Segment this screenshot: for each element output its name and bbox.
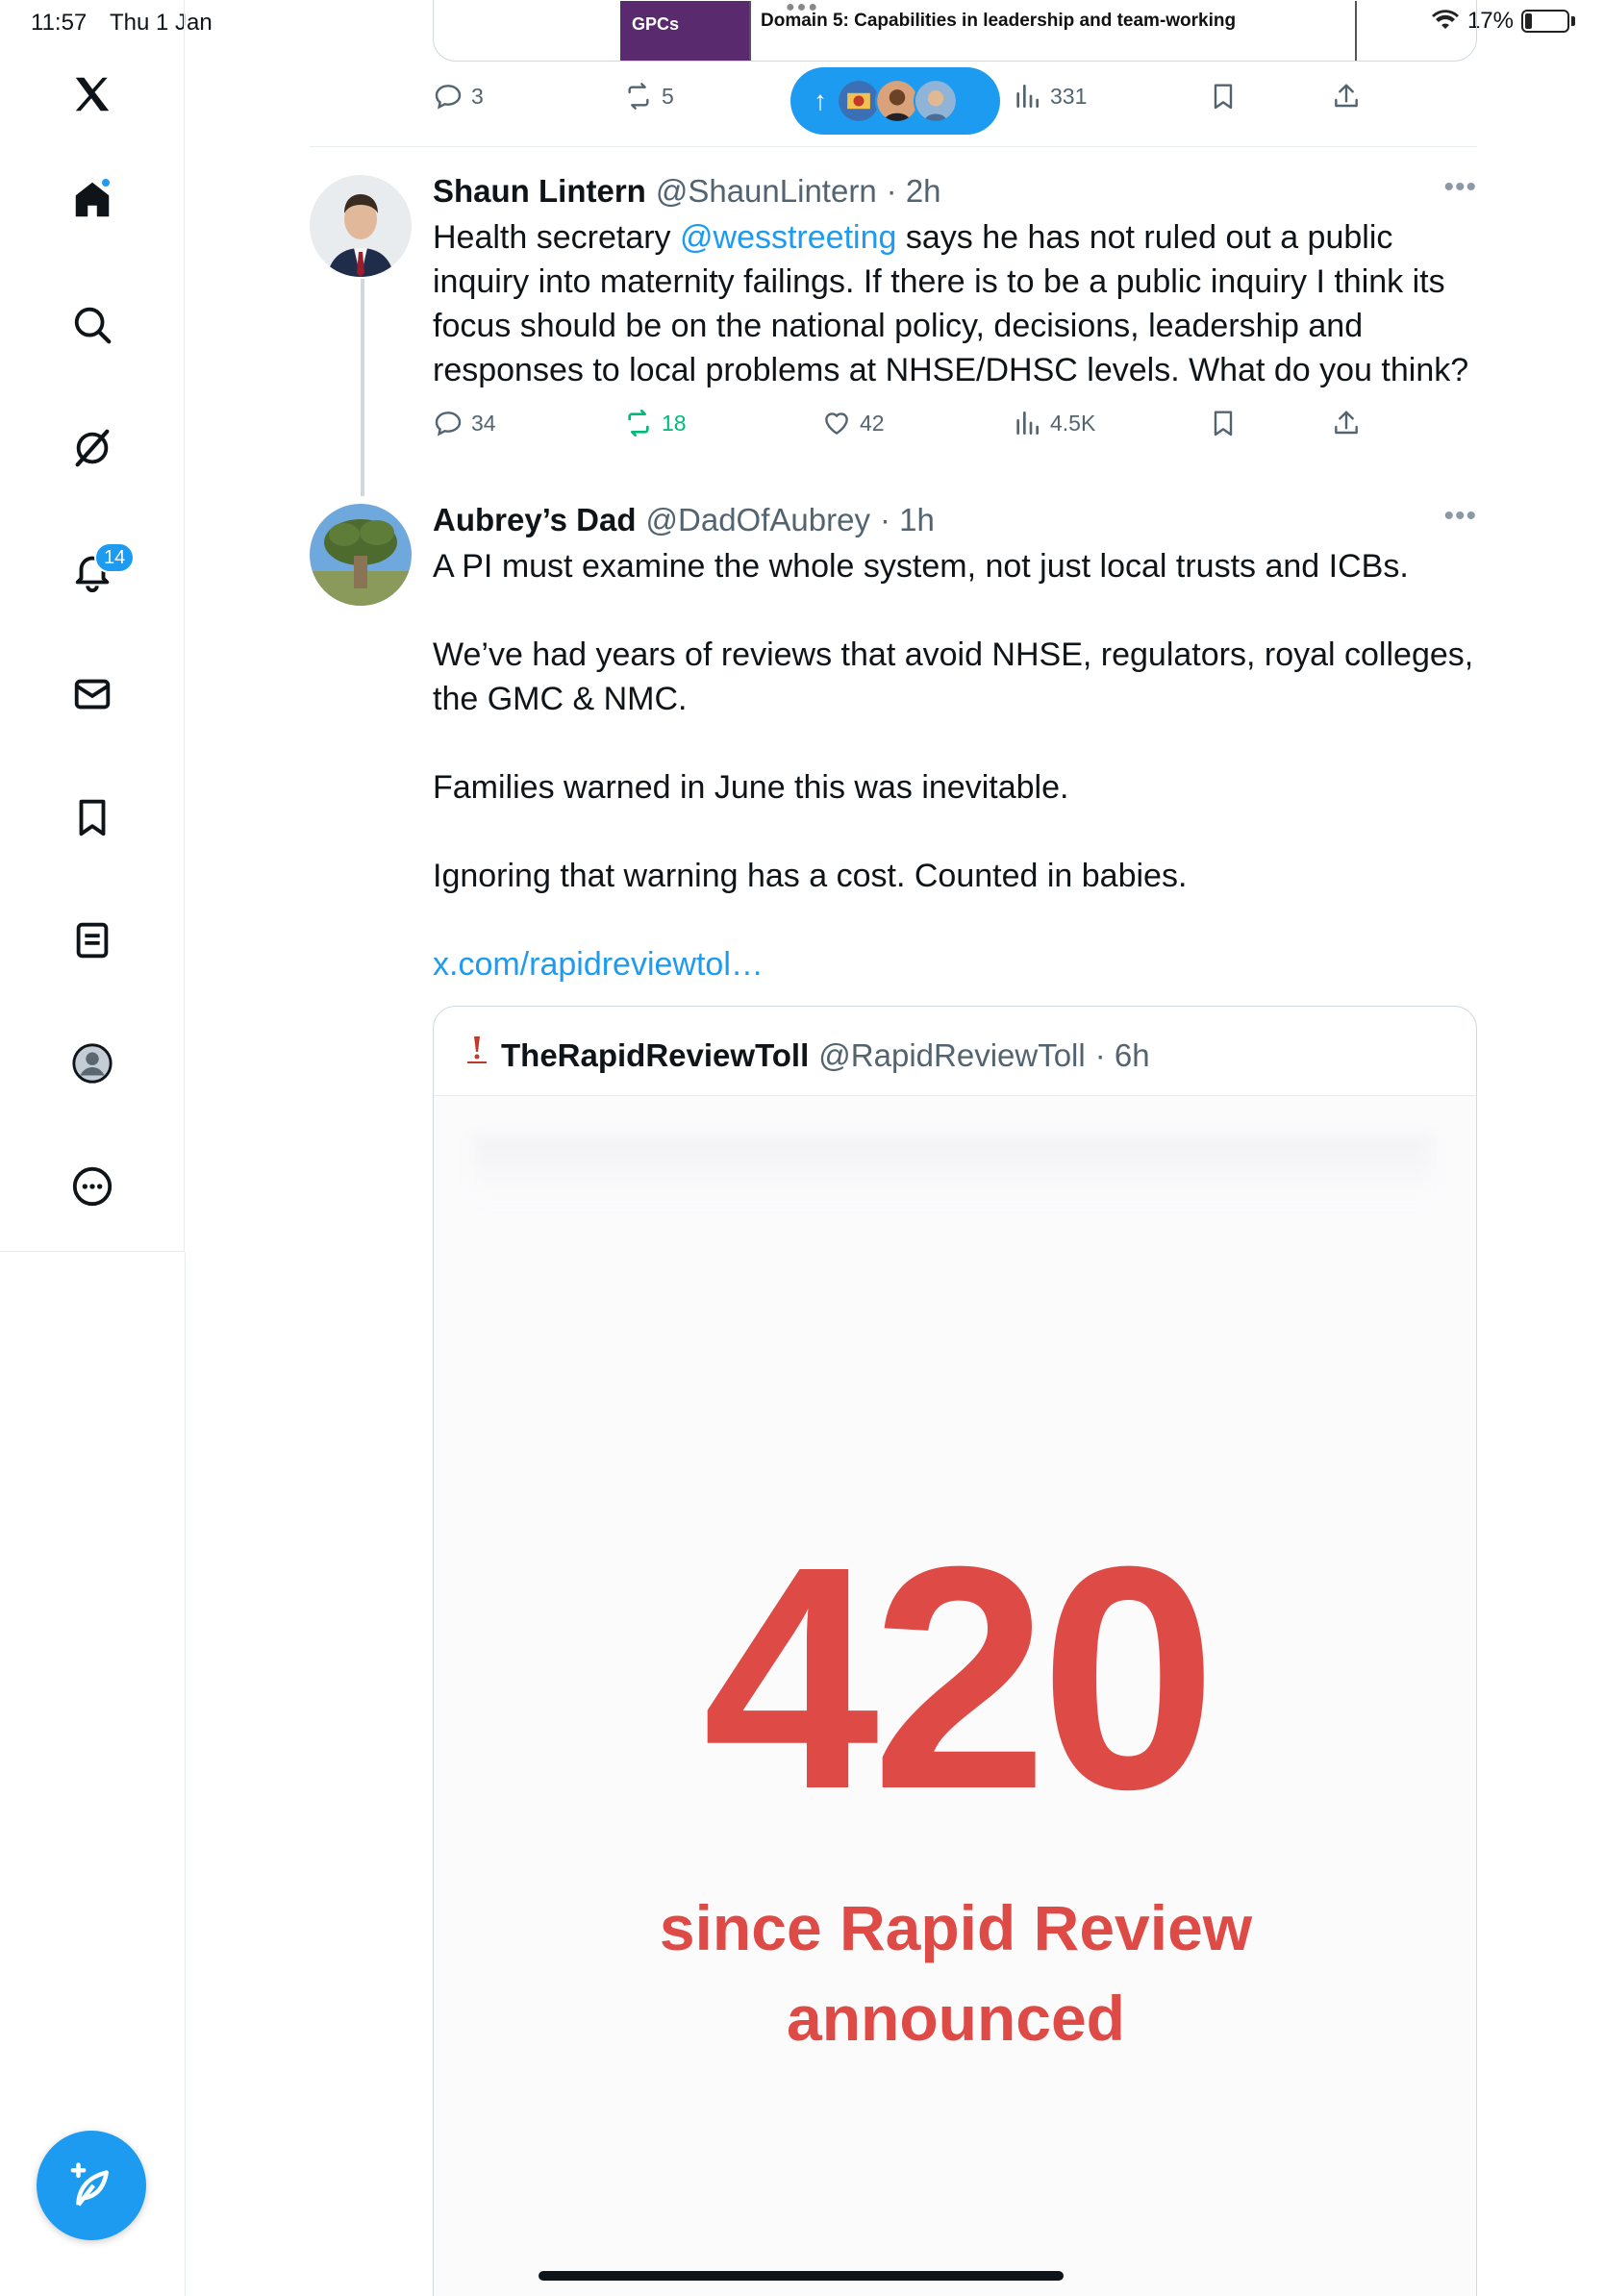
- notifications-icon[interactable]: 14: [58, 537, 136, 606]
- views-count: 331: [1050, 83, 1088, 109]
- avatar[interactable]: [310, 504, 412, 606]
- quoted-tweet[interactable]: TheRapidReviewToll @RapidReviewToll · 6h…: [433, 1006, 1477, 2296]
- like-button[interactable]: 42: [821, 408, 885, 438]
- quote-time[interactable]: · 6h: [1095, 1037, 1150, 1074]
- tweet-paragraph: We’ve had years of reviews that avoid NH…: [433, 636, 1474, 717]
- lists-icon[interactable]: [58, 906, 127, 975]
- tweet-paragraph: Ignoring that warning has a cost. Counte…: [433, 858, 1188, 894]
- thread-connector: [361, 279, 364, 496]
- bookmark-icon: [1214, 411, 1233, 437]
- quote-avatar-logo: [463, 1034, 491, 1066]
- toll-number: 420: [702, 1500, 1217, 1855]
- repost-count: 5: [662, 83, 674, 109]
- reply-icon: [435, 85, 462, 110]
- views-icon: [1016, 412, 1039, 435]
- share-icon: [1335, 84, 1358, 108]
- bookmark-icon: [1214, 84, 1233, 110]
- sidebar: 14: [0, 0, 185, 1252]
- reply-icon: [435, 412, 462, 437]
- author-handle[interactable]: @ShaunLintern: [656, 173, 877, 210]
- tweet-aubreys-dad[interactable]: Aubrey’s Dad @DadOfAubrey · 1h ••• A PI …: [310, 500, 1477, 1002]
- tweet-paragraph: Families warned in June this was inevita…: [433, 769, 1069, 806]
- tweet-actions: 34 18 42 4.5K: [433, 408, 1358, 450]
- quote-author-handle[interactable]: @RapidReviewToll: [818, 1037, 1085, 1074]
- messages-icon[interactable]: [58, 660, 127, 729]
- bookmark-button[interactable]: [1208, 81, 1239, 112]
- tweet-header: Aubrey’s Dad @DadOfAubrey · 1h: [433, 502, 935, 538]
- reply-count: 3: [471, 83, 484, 109]
- quote-author-name[interactable]: TheRapidReviewToll: [501, 1037, 809, 1074]
- card-dots-icon: ●●●: [786, 0, 819, 15]
- tweet-time[interactable]: · 2h: [887, 173, 941, 210]
- repost-icon: [628, 410, 649, 437]
- home-unread-dot: [100, 177, 112, 188]
- toll-caption: since Rapid Review announced: [434, 1883, 1476, 2063]
- author-name[interactable]: Aubrey’s Dad: [433, 502, 637, 538]
- compose-icon: [70, 2162, 109, 2207]
- heart-icon: [825, 412, 848, 435]
- repost-button[interactable]: 5: [623, 81, 674, 112]
- reply-button[interactable]: 34: [433, 408, 496, 438]
- home-indicator[interactable]: [539, 2271, 1064, 2281]
- reply-count: 34: [471, 410, 496, 436]
- views-count: 4.5K: [1050, 410, 1096, 436]
- search-icon[interactable]: [58, 290, 127, 360]
- more-icon[interactable]: [58, 1152, 127, 1221]
- quote-image[interactable]: 420 since Rapid Review announced: [434, 1095, 1476, 2296]
- tweet-text: Health secretary @wesstreeting says he h…: [433, 215, 1481, 392]
- compose-button[interactable]: [37, 2131, 146, 2240]
- author-name[interactable]: Shaun Lintern: [433, 173, 646, 210]
- home-icon[interactable]: [58, 165, 127, 235]
- tweet-header: Shaun Lintern @ShaunLintern · 2h: [433, 173, 941, 210]
- toll-caption-line2: announced: [786, 1983, 1125, 2054]
- views-button[interactable]: 331: [1012, 81, 1087, 112]
- avatar[interactable]: [310, 175, 412, 277]
- share-icon: [1335, 411, 1358, 435]
- tweet-link[interactable]: x.com/rapidreviewtol…: [433, 942, 1481, 986]
- sidebar-border: [185, 1252, 186, 2296]
- share-button[interactable]: [1331, 81, 1362, 112]
- card-gpcs-label: GPCs: [620, 1, 749, 61]
- tweet-paragraph: A PI must examine the whole system, not …: [433, 548, 1409, 585]
- views-icon: [1016, 85, 1039, 108]
- more-options-icon[interactable]: •••: [1443, 171, 1477, 204]
- tweet-text: A PI must examine the whole system, not …: [433, 544, 1481, 986]
- card-domain-label: Domain 5: Capabilities in leadership and…: [749, 1, 1357, 61]
- quote-header: TheRapidReviewToll @RapidReviewToll · 6h: [463, 1034, 1150, 1074]
- tweet-time[interactable]: · 1h: [880, 502, 935, 538]
- battery-icon: [1521, 10, 1569, 33]
- arrow-up-icon: ↑: [814, 86, 827, 115]
- repost-button[interactable]: 18: [623, 408, 687, 438]
- repost-count: 18: [662, 410, 687, 436]
- share-button[interactable]: [1331, 408, 1362, 438]
- bookmark-button[interactable]: [1208, 408, 1239, 438]
- x-logo-icon[interactable]: [58, 60, 127, 129]
- views-button[interactable]: 4.5K: [1012, 408, 1095, 438]
- notifications-badge: 14: [94, 542, 136, 573]
- toll-caption-line1: since Rapid Review: [659, 1892, 1253, 1963]
- pill-avatar-3: [914, 79, 958, 123]
- previous-tweet-media[interactable]: GPCs Domain 5: Capabilities in leadershi…: [433, 0, 1477, 62]
- mention-link[interactable]: @wesstreeting: [680, 219, 896, 256]
- feed-divider: [310, 146, 1477, 147]
- tweet-text-pre: Health secretary: [433, 219, 680, 256]
- profile-icon[interactable]: [58, 1029, 127, 1098]
- reply-button[interactable]: 3: [433, 81, 484, 112]
- new-posts-pill[interactable]: ↑: [790, 67, 1000, 135]
- bookmarks-icon[interactable]: [58, 783, 127, 852]
- like-count: 42: [860, 410, 885, 436]
- repost-icon: [628, 83, 649, 110]
- more-options-icon[interactable]: •••: [1443, 500, 1477, 533]
- author-handle[interactable]: @DadOfAubrey: [646, 502, 870, 538]
- grok-icon[interactable]: [58, 413, 127, 483]
